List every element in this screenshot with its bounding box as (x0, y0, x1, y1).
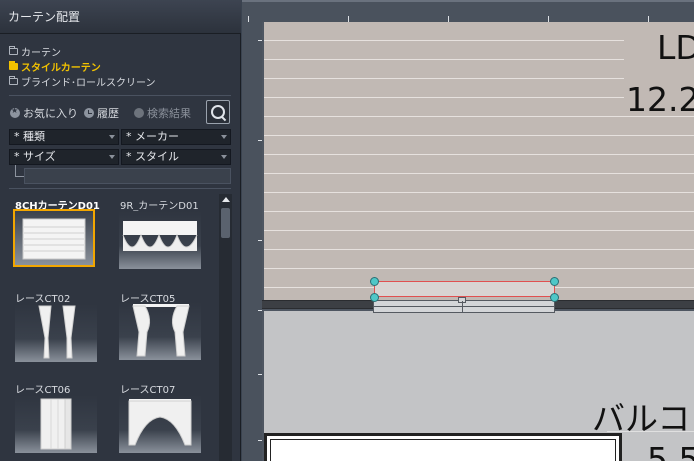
tree-item-label: スタイルカーテン (21, 63, 101, 74)
placed-curtain[interactable] (374, 281, 555, 297)
floor-board-line (264, 40, 624, 41)
curtain-placement-panel: カーテン配置 カーテン スタイルカーテン ブラインド･ロールスクリーン お気に入… (0, 0, 241, 461)
floor-board-line (264, 173, 694, 174)
search-results-label: 検索結果 (147, 107, 191, 120)
tree-item-curtain[interactable]: カーテン (9, 44, 61, 59)
curtain-thumbnail[interactable] (15, 304, 97, 362)
roman-shade-image (22, 218, 86, 260)
style-dropdown-value: * スタイル (126, 150, 179, 163)
curtain-thumbnail[interactable] (15, 395, 97, 453)
floor-plan-canvas[interactable]: LD 12.2 バルコ 5.5 (242, 0, 694, 461)
floor-board-line (264, 192, 694, 193)
folder-icon (9, 76, 18, 85)
lace-curtain-image (128, 399, 192, 446)
maker-dropdown[interactable]: * メーカー (121, 129, 231, 145)
type-dropdown-value: * 種類 (14, 130, 45, 143)
item-label: レースCT07 (120, 385, 176, 396)
size-dropdown-value: * サイズ (14, 150, 56, 163)
tree-item-blind-roll-screen[interactable]: ブラインド･ロールスクリーン (9, 74, 156, 89)
type-dropdown[interactable]: * 種類 (9, 129, 119, 145)
tree-item-label: ブラインド･ロールスクリーン (21, 78, 156, 89)
resize-handle-top-right[interactable] (550, 277, 559, 286)
balloon-curtain-image (122, 221, 198, 251)
search-results-icon (134, 108, 144, 118)
floor-board-line (264, 59, 624, 60)
size-dropdown[interactable]: * サイズ (9, 149, 119, 165)
maker-dropdown-value: * メーカー (126, 130, 179, 143)
item-label: 9R_カーテンD01 (120, 201, 199, 212)
chevron-down-icon (109, 155, 115, 159)
style-dropdown[interactable]: * スタイル (121, 149, 231, 165)
search-button[interactable] (206, 100, 230, 124)
thumbnail-scrollbar[interactable] (219, 194, 232, 461)
lace-curtain-image (38, 305, 76, 359)
floor-board-line (264, 249, 694, 250)
path-bar (24, 168, 231, 184)
lace-curtain-image (132, 304, 190, 357)
folder-open-icon (9, 61, 18, 70)
chevron-down-icon (221, 135, 227, 139)
curtain-thumbnail-selected[interactable] (13, 209, 95, 267)
left-ruler (242, 22, 262, 461)
room-size-label: 5.5 (647, 440, 694, 461)
favorites-label: お気に入り (23, 107, 78, 120)
room-ld[interactable] (264, 22, 694, 302)
item-label: レースCT06 (15, 385, 71, 396)
history-icon (84, 108, 94, 118)
curtain-thumbnail[interactable] (119, 302, 201, 360)
divider (9, 188, 231, 189)
search-results-filter[interactable]: 検索結果 (134, 105, 191, 121)
chevron-down-icon (109, 135, 115, 139)
floor-board-line (264, 135, 694, 136)
path-corner (15, 165, 24, 177)
top-ruler (242, 0, 694, 22)
curtain-thumbnail[interactable] (119, 211, 201, 269)
room-name-label: バルコ (592, 399, 691, 438)
room-size-label: 12.2 (626, 80, 694, 119)
history-filter[interactable]: 履歴 (84, 105, 119, 121)
curtain-thumbnail[interactable] (119, 395, 201, 453)
canvas-border (242, 0, 694, 2)
resize-handle-bottom-left[interactable] (370, 293, 379, 302)
resize-handle-bottom-right[interactable] (550, 293, 559, 302)
floor-board-line (264, 78, 624, 79)
divider (9, 95, 231, 96)
floor-board-line (264, 211, 694, 212)
scroll-thumb[interactable] (221, 208, 230, 238)
floor-board-line (264, 268, 694, 269)
app-window: カーテン配置 カーテン スタイルカーテン ブラインド･ロールスクリーン お気に入… (0, 0, 694, 461)
floor-board-line (264, 97, 624, 98)
chevron-down-icon (221, 155, 227, 159)
history-label: 履歴 (97, 107, 119, 120)
favorites-filter[interactable]: お気に入り (10, 105, 78, 121)
floor-board-line (264, 154, 694, 155)
panel-title: カーテン配置 (0, 0, 241, 34)
tree-item-label: カーテン (21, 48, 61, 59)
resize-handle-top-left[interactable] (370, 277, 379, 286)
scroll-up-arrow-icon[interactable] (219, 194, 232, 206)
tree-item-style-curtain[interactable]: スタイルカーテン (9, 59, 101, 74)
folder-icon (9, 46, 18, 55)
window-frame[interactable] (373, 297, 555, 313)
favorites-icon (10, 106, 20, 118)
lace-curtain-image (40, 398, 72, 450)
room-name-label: LD (657, 28, 694, 67)
balcony-outline[interactable] (264, 433, 622, 461)
floor-board-line (264, 230, 694, 231)
item-label: レースCT02 (15, 294, 71, 305)
